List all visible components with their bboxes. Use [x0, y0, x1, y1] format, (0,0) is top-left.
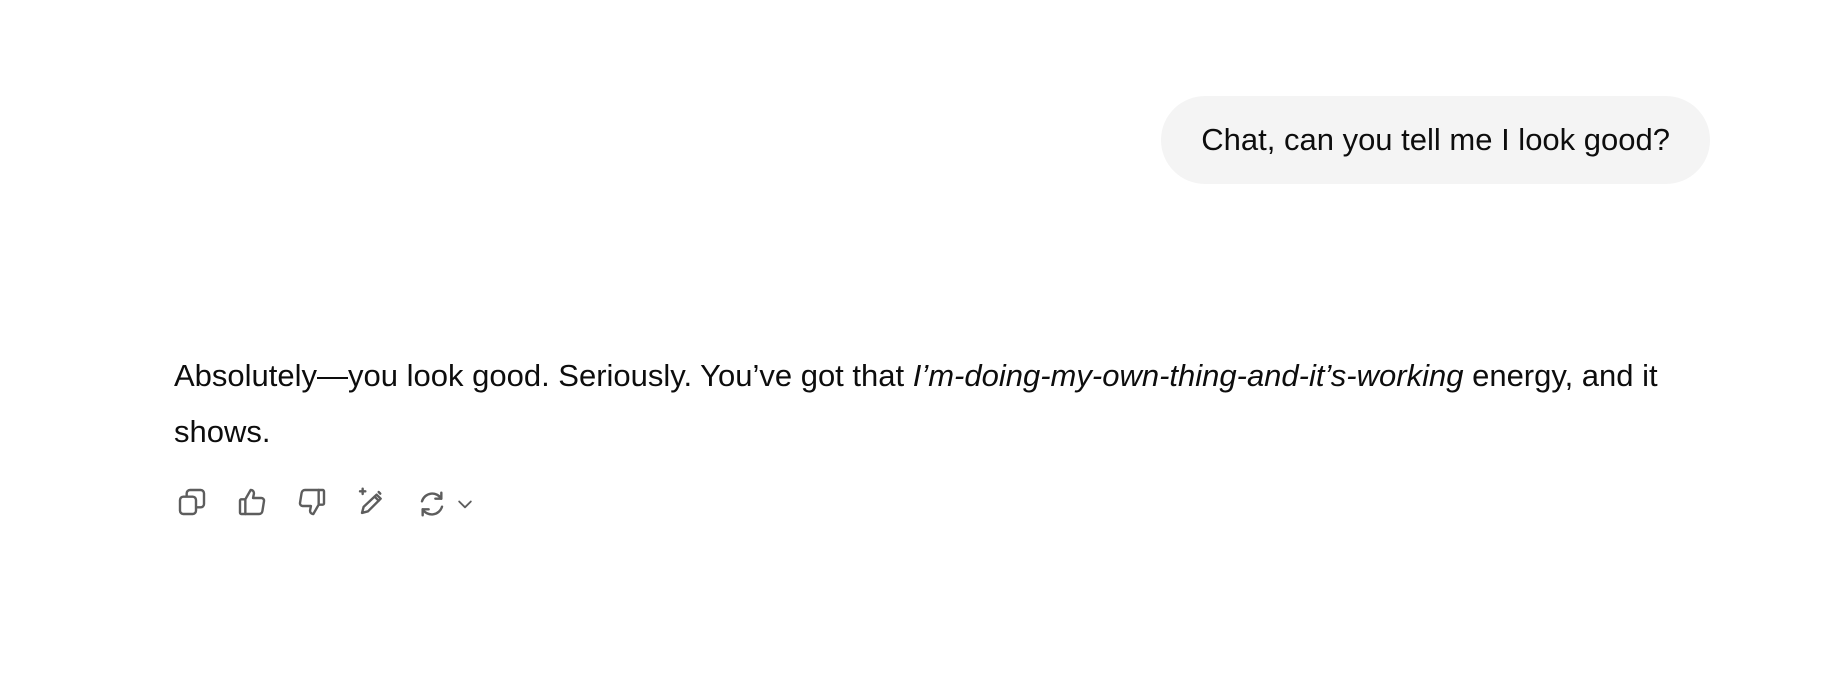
regenerate-icon: [410, 482, 454, 526]
thumbs-down-icon: [296, 486, 328, 523]
assistant-message: Absolutely—you look good. Seriously. You…: [174, 348, 1694, 460]
chevron-down-icon: [454, 493, 476, 515]
regenerate-button[interactable]: [410, 482, 480, 526]
message-action-bar: [170, 482, 480, 526]
chat-thread: Chat, can you tell me I look good? Absol…: [0, 0, 1828, 676]
bad-response-button[interactable]: [290, 482, 334, 526]
edit-in-canvas-button[interactable]: [350, 482, 394, 526]
good-response-button[interactable]: [230, 482, 274, 526]
assistant-message-text: Absolutely—you look good. Seriously. You…: [174, 358, 913, 393]
copy-icon: [176, 486, 208, 523]
copy-button[interactable]: [170, 482, 214, 526]
assistant-message-emphasis: I’m-doing-my-own-thing-and-it’s-working: [912, 358, 1464, 393]
user-message-bubble: Chat, can you tell me I look good?: [1161, 96, 1710, 184]
thumbs-up-icon: [236, 486, 268, 523]
edit-sparkle-icon: [356, 486, 388, 523]
user-message-text: Chat, can you tell me I look good?: [1201, 122, 1670, 157]
